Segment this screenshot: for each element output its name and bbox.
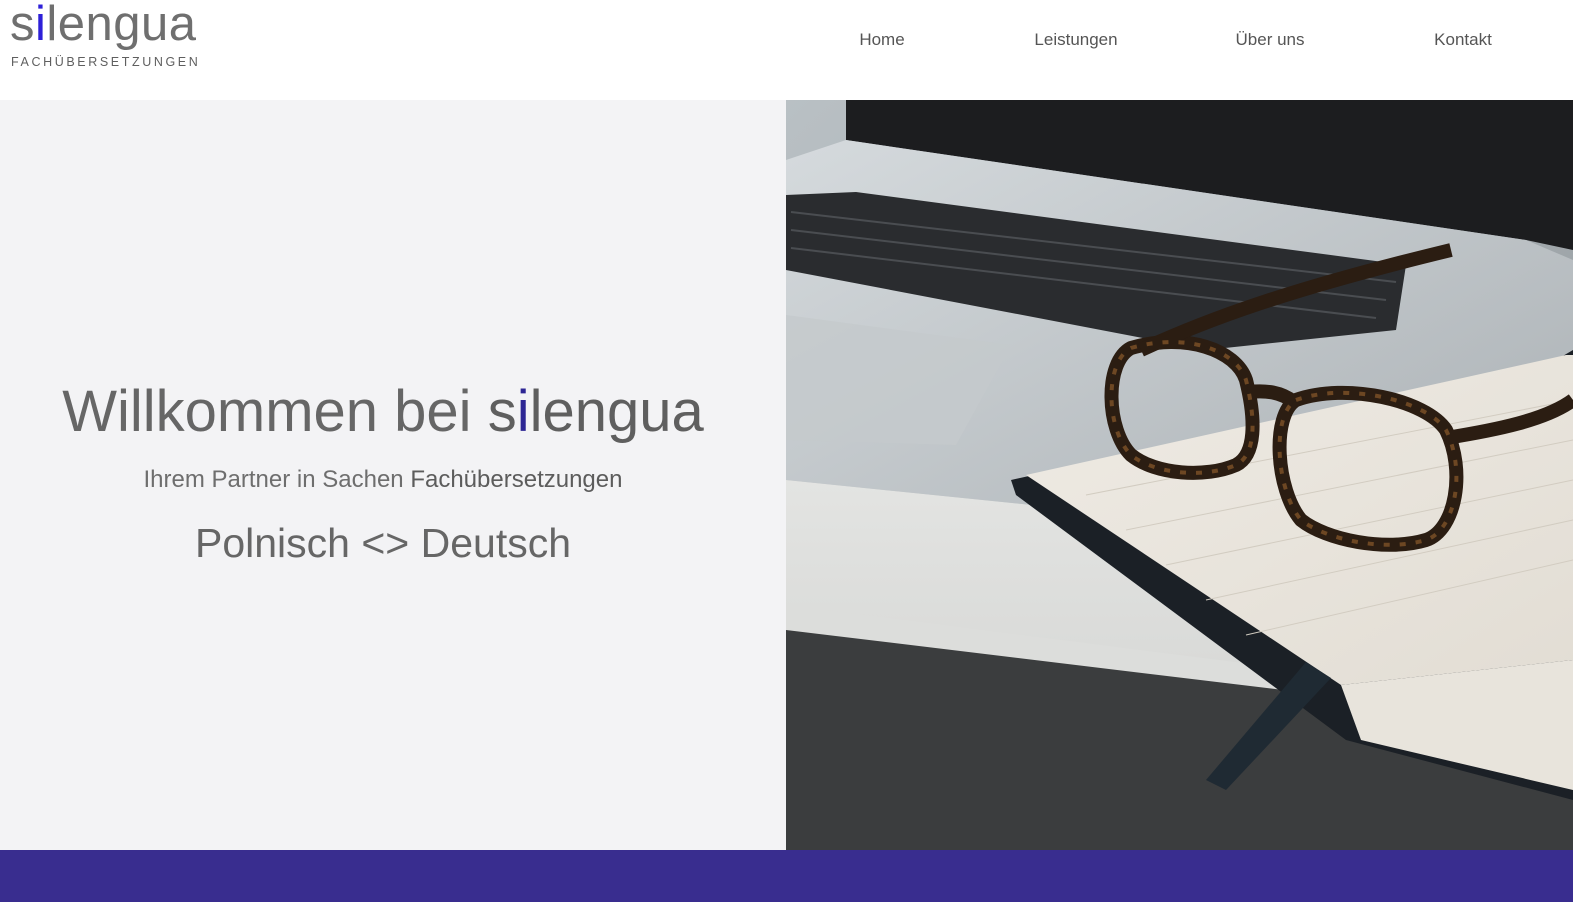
nav-link-home[interactable]: Home: [859, 30, 904, 50]
main-navigation: Home Leistungen Über uns Kontakt: [0, 30, 1573, 56]
nav-link-ueber-uns[interactable]: Über uns: [1236, 30, 1305, 50]
nav-link-kontakt[interactable]: Kontakt: [1434, 30, 1492, 50]
footer-band: [0, 850, 1573, 902]
logo-tagline: FACHÜBERSETZUNGEN: [11, 55, 201, 69]
language-pair: Polnisch <> Deutsch: [194, 520, 572, 566]
hero-title: Willkommen bei silengua: [62, 379, 704, 444]
hero-image: [786, 100, 1573, 850]
laptop-glasses-notebook-photo-icon: [786, 100, 1573, 850]
site-header: silengua FACHÜBERSETZUNGEN Home Leistung…: [0, 0, 1573, 100]
nav-link-leistungen[interactable]: Leistungen: [1034, 30, 1117, 50]
hero-text-panel: Willkommen bei silengua Ihrem Partner in…: [0, 100, 786, 850]
hero-brand-name: silengua: [487, 379, 704, 444]
hero-subtitle: Ihrem Partner in Sachen Fachübersetzunge…: [143, 466, 623, 493]
